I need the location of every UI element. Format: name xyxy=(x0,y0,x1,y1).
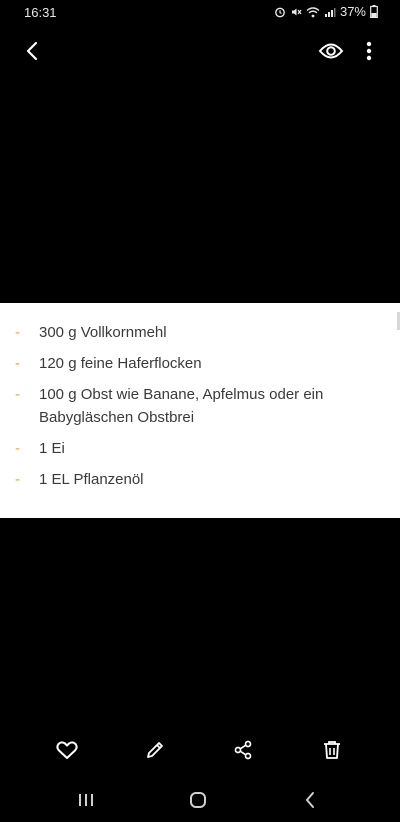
battery-percent: 37% xyxy=(339,4,366,19)
list-item: - 120 g feine Haferflocken xyxy=(0,352,400,375)
nav-back-button[interactable] xyxy=(296,786,324,814)
more-options-button[interactable] xyxy=(357,37,381,65)
ingredient-text: 1 EL Pflanzenöl xyxy=(39,471,144,488)
list-item: - 1 Ei xyxy=(0,437,400,460)
document-image: - 300 g Vollkornmehl - 120 g feine Hafer… xyxy=(0,303,400,518)
list-bullet: - xyxy=(15,355,20,372)
status-icons: 37% xyxy=(274,4,378,19)
list-item: - 1 EL Pflanzenöl xyxy=(0,468,400,491)
list-item: - 100 g Obst wie Banane, Apfelmus oder e… xyxy=(0,383,400,429)
wifi-icon xyxy=(306,6,320,18)
eye-icon xyxy=(318,43,344,59)
home-button[interactable] xyxy=(184,786,212,814)
list-bullet: - xyxy=(15,471,20,488)
signal-icon xyxy=(324,6,336,18)
ingredient-text: 1 Ei xyxy=(39,440,65,457)
ingredient-text: 120 g feine Haferflocken xyxy=(39,355,202,372)
list-bullet: - xyxy=(15,386,20,403)
system-navigation-bar xyxy=(0,778,400,822)
view-button[interactable] xyxy=(316,37,346,65)
battery-icon xyxy=(370,5,378,18)
mute-icon xyxy=(290,6,302,18)
nav-back-icon xyxy=(306,792,314,808)
home-icon xyxy=(190,792,206,808)
delete-button[interactable] xyxy=(318,736,346,764)
top-app-bar xyxy=(0,30,400,72)
edit-button[interactable] xyxy=(141,736,169,764)
recents-button[interactable] xyxy=(72,786,100,814)
back-button[interactable] xyxy=(18,37,46,65)
share-icon xyxy=(234,740,252,760)
status-time: 16:31 xyxy=(24,5,57,20)
more-vertical-icon xyxy=(366,41,372,61)
list-bullet: - xyxy=(15,440,20,457)
alarm-icon xyxy=(274,6,286,18)
list-bullet: - xyxy=(15,324,20,341)
back-arrow-icon xyxy=(26,41,38,61)
status-bar: 16:31 37% xyxy=(0,0,400,26)
ingredient-text: 300 g Vollkornmehl xyxy=(39,324,167,341)
favorite-button[interactable] xyxy=(53,736,81,764)
recents-icon xyxy=(79,794,93,806)
ingredient-list: - 300 g Vollkornmehl - 120 g feine Hafer… xyxy=(0,321,400,499)
share-button[interactable] xyxy=(229,736,257,764)
list-item: - 300 g Vollkornmehl xyxy=(0,321,400,344)
trash-icon xyxy=(324,741,340,759)
pencil-icon xyxy=(147,742,163,758)
ingredient-text: 100 g Obst wie Banane, Apfelmus oder ein… xyxy=(39,386,324,426)
bottom-action-bar xyxy=(0,730,400,770)
heart-icon xyxy=(56,741,78,759)
